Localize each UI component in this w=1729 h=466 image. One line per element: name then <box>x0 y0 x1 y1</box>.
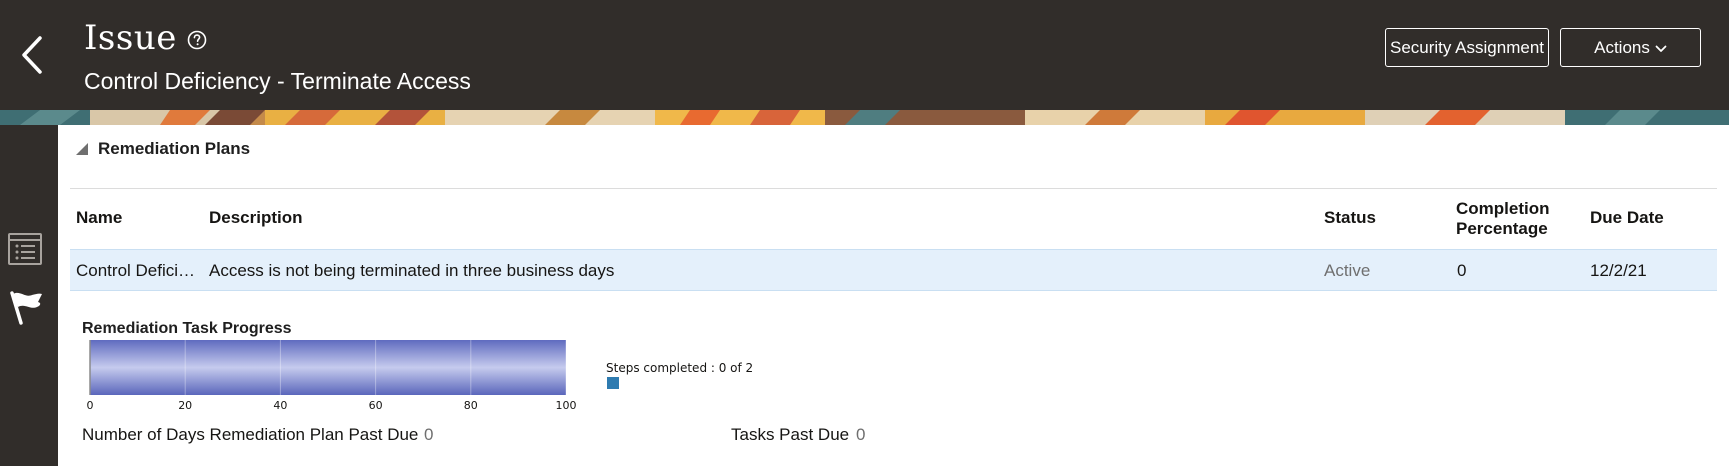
section-title: Remediation Plans <box>98 139 251 158</box>
x-tick-label: 20 <box>178 399 193 412</box>
column-header-name[interactable]: Name <box>76 208 122 228</box>
list-icon[interactable] <box>7 231 43 267</box>
chevron-down-icon <box>1655 45 1667 52</box>
disclosure-triangle-icon <box>76 143 88 155</box>
tasks-past-due-label: Tasks Past Due <box>731 425 850 444</box>
actions-menu-button[interactable]: Actions <box>1560 28 1701 67</box>
page-header: Issue Control Deficiency - Terminate Acc… <box>0 0 1729 110</box>
divider <box>70 188 1717 189</box>
cell-completion: 0 <box>1457 261 1467 280</box>
title-row: Issue <box>84 18 207 58</box>
progress-track <box>90 340 566 395</box>
x-tick-label: 40 <box>273 399 288 412</box>
days-past-due-label: Number of Days Remediation Plan Past Due <box>82 425 419 444</box>
content-panel: Remediation Plans Name Description Statu… <box>58 125 1729 466</box>
security-assignment-button[interactable]: Security Assignment <box>1385 28 1549 67</box>
issue-page: Issue Control Deficiency - Terminate Acc… <box>0 0 1729 466</box>
page-title: Issue <box>84 18 177 58</box>
flag-icon[interactable] <box>8 289 44 325</box>
column-header-due-date[interactable]: Due Date <box>1590 208 1664 228</box>
back-chevron-icon[interactable] <box>10 30 50 80</box>
cell-due-date: 12/2/21 <box>1590 261 1647 280</box>
column-header-completion-line2: Percentage <box>1456 219 1548 238</box>
decorative-banner <box>0 110 1729 125</box>
x-tick-label: 60 <box>368 399 383 412</box>
cell-status: Active <box>1324 261 1371 280</box>
security-assignment-label: Security Assignment <box>1389 37 1544 57</box>
days-past-due-value: 0 <box>424 425 434 444</box>
progress-chart <box>89 340 567 395</box>
actions-label: Actions <box>1594 37 1650 57</box>
page-subtitle: Control Deficiency - Terminate Access <box>84 68 471 94</box>
side-rail <box>0 125 58 466</box>
tasks-past-due-value: 0 <box>856 425 866 444</box>
column-header-completion-line1: Completion <box>1456 199 1550 218</box>
x-tick-label: 100 <box>555 399 577 412</box>
help-icon[interactable] <box>187 30 207 50</box>
legend-swatch <box>607 377 619 389</box>
remediation-plans-header[interactable]: Remediation Plans <box>76 139 250 159</box>
column-header-status[interactable]: Status <box>1324 208 1376 228</box>
legend-label: Steps completed : 0 of 2 <box>606 361 754 375</box>
column-header-description[interactable]: Description <box>209 208 303 228</box>
x-tick-label: 80 <box>463 399 478 412</box>
cell-description: Access is not being terminated in three … <box>209 261 615 280</box>
column-header-completion[interactable]: Completion Percentage <box>1456 199 1550 239</box>
x-tick-label: 0 <box>86 399 94 412</box>
progress-title: Remediation Task Progress <box>82 320 292 337</box>
cell-name[interactable]: Control Defici… <box>76 261 198 281</box>
